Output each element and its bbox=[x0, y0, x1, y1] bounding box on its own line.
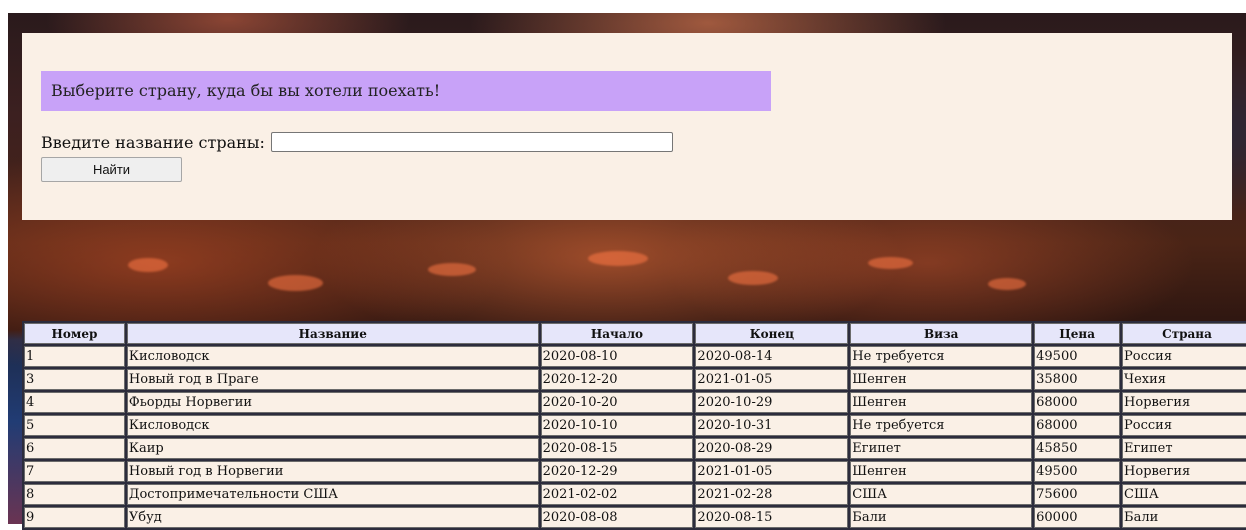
cell-number: 9 bbox=[24, 507, 125, 528]
cell-country: Норвегия bbox=[1122, 392, 1246, 413]
cell-end: 2021-02-28 bbox=[695, 484, 849, 505]
cell-number: 8 bbox=[24, 484, 125, 505]
cell-start: 2020-08-08 bbox=[540, 507, 694, 528]
cloud-highlight bbox=[728, 271, 778, 285]
table-row: 5 Кисловодск 2020-10-10 2020-10-31 Не требуе… bbox=[24, 415, 1246, 436]
tours-table-container: Номер Название Начало Конец Виза Цена Ст… bbox=[22, 321, 1246, 530]
table-row: 1 Кисловодск 2020-08-10 2020-08-14 Не требуе… bbox=[24, 346, 1246, 367]
table-row: 4 Фьорды Норвегии 2020-10-20 2020-10-29 Шенг… bbox=[24, 392, 1246, 413]
cell-country: Россия bbox=[1122, 415, 1246, 436]
cloud-highlight bbox=[988, 278, 1026, 290]
col-header-price[interactable]: Цена bbox=[1034, 323, 1121, 344]
table-row: 3 Новый год в Праге 2020-12-20 2021-01-05 Ше… bbox=[24, 369, 1246, 390]
cell-price: 68000 bbox=[1034, 415, 1121, 436]
cell-number: 6 bbox=[24, 438, 125, 459]
cell-visa: США bbox=[850, 484, 1033, 505]
cell-visa: Шенген bbox=[850, 369, 1033, 390]
table-row: 8 Достопримечательности США 2021-02-02 2021… bbox=[24, 484, 1246, 505]
cell-price: 75600 bbox=[1034, 484, 1121, 505]
cell-name: Новый год в Норвегии bbox=[126, 461, 539, 482]
cell-name: Убуд bbox=[126, 507, 539, 528]
cell-price: 49500 bbox=[1034, 461, 1121, 482]
prompt-banner: Выберите страну, куда бы вы хотели поеха… bbox=[41, 71, 771, 111]
cell-price: 68000 bbox=[1034, 392, 1121, 413]
cell-country: Россия bbox=[1122, 346, 1246, 367]
cell-start: 2020-10-10 bbox=[540, 415, 694, 436]
cell-visa: Египет bbox=[850, 438, 1033, 459]
col-header-visa[interactable]: Виза bbox=[850, 323, 1033, 344]
tours-table: Номер Название Начало Конец Виза Цена Ст… bbox=[22, 321, 1246, 530]
cell-name: Каир bbox=[126, 438, 539, 459]
cell-end: 2021-01-05 bbox=[695, 461, 849, 482]
country-search-input[interactable] bbox=[270, 132, 673, 152]
cell-start: 2020-12-20 bbox=[540, 369, 694, 390]
cell-end: 2020-10-29 bbox=[695, 392, 849, 413]
cell-number: 5 bbox=[24, 415, 125, 436]
search-row: Введите название страны: bbox=[41, 132, 673, 152]
cell-visa: Не требуется bbox=[850, 415, 1033, 436]
cell-start: 2020-12-29 bbox=[540, 461, 694, 482]
cell-visa: Шенген bbox=[850, 461, 1033, 482]
cell-country: Египет bbox=[1122, 438, 1246, 459]
cell-country: Бали bbox=[1122, 507, 1246, 528]
col-header-end[interactable]: Конец bbox=[695, 323, 849, 344]
table-row: 7 Новый год в Норвегии 2020-12-29 2021-01-0… bbox=[24, 461, 1246, 482]
cloud-highlight bbox=[128, 258, 168, 272]
col-header-name[interactable]: Название bbox=[126, 323, 539, 344]
cell-number: 3 bbox=[24, 369, 125, 390]
cell-end: 2020-08-15 bbox=[695, 507, 849, 528]
cell-name: Достопримечательности США bbox=[126, 484, 539, 505]
cell-start: 2020-08-10 bbox=[540, 346, 694, 367]
cell-start: 2021-02-02 bbox=[540, 484, 694, 505]
cell-visa: Бали bbox=[850, 507, 1033, 528]
cell-start: 2020-08-15 bbox=[540, 438, 694, 459]
cloud-highlight bbox=[268, 275, 323, 291]
cloud-highlight bbox=[588, 251, 648, 266]
cell-visa: Не требуется bbox=[850, 346, 1033, 367]
cell-price: 45850 bbox=[1034, 438, 1121, 459]
cell-start: 2020-10-20 bbox=[540, 392, 694, 413]
cell-price: 60000 bbox=[1034, 507, 1121, 528]
cell-number: 7 bbox=[24, 461, 125, 482]
cell-name: Фьорды Норвегии bbox=[126, 392, 539, 413]
col-header-country[interactable]: Страна bbox=[1122, 323, 1246, 344]
cell-end: 2020-08-29 bbox=[695, 438, 849, 459]
col-header-start[interactable]: Начало bbox=[540, 323, 694, 344]
cell-number: 4 bbox=[24, 392, 125, 413]
cell-country: Норвегия bbox=[1122, 461, 1246, 482]
table-row: 6 Каир 2020-08-15 2020-08-29 Египет 45850 Егип… bbox=[24, 438, 1246, 459]
cloud-highlight bbox=[868, 257, 913, 269]
cell-end: 2021-01-05 bbox=[695, 369, 849, 390]
col-header-number[interactable]: Номер bbox=[24, 323, 125, 344]
table-header-row: Номер Название Начало Конец Виза Цена Ст… bbox=[24, 323, 1246, 344]
cell-end: 2020-10-31 bbox=[695, 415, 849, 436]
search-label: Введите название страны: bbox=[41, 132, 265, 152]
cell-visa: Шенген bbox=[850, 392, 1033, 413]
cell-name: Кисловодск bbox=[126, 415, 539, 436]
cell-end: 2020-08-14 bbox=[695, 346, 849, 367]
cell-price: 49500 bbox=[1034, 346, 1121, 367]
cloud-highlight bbox=[428, 263, 476, 276]
find-button[interactable]: Найти bbox=[41, 157, 182, 182]
cell-name: Кисловодск bbox=[126, 346, 539, 367]
cell-price: 35800 bbox=[1034, 369, 1121, 390]
cell-name: Новый год в Праге bbox=[126, 369, 539, 390]
cell-number: 1 bbox=[24, 346, 125, 367]
cell-country: США bbox=[1122, 484, 1246, 505]
search-panel: Выберите страну, куда бы вы хотели поеха… bbox=[22, 33, 1232, 220]
table-row: 9 Убуд 2020-08-08 2020-08-15 Бали 60000 Бали bbox=[24, 507, 1246, 528]
cell-country: Чехия bbox=[1122, 369, 1246, 390]
